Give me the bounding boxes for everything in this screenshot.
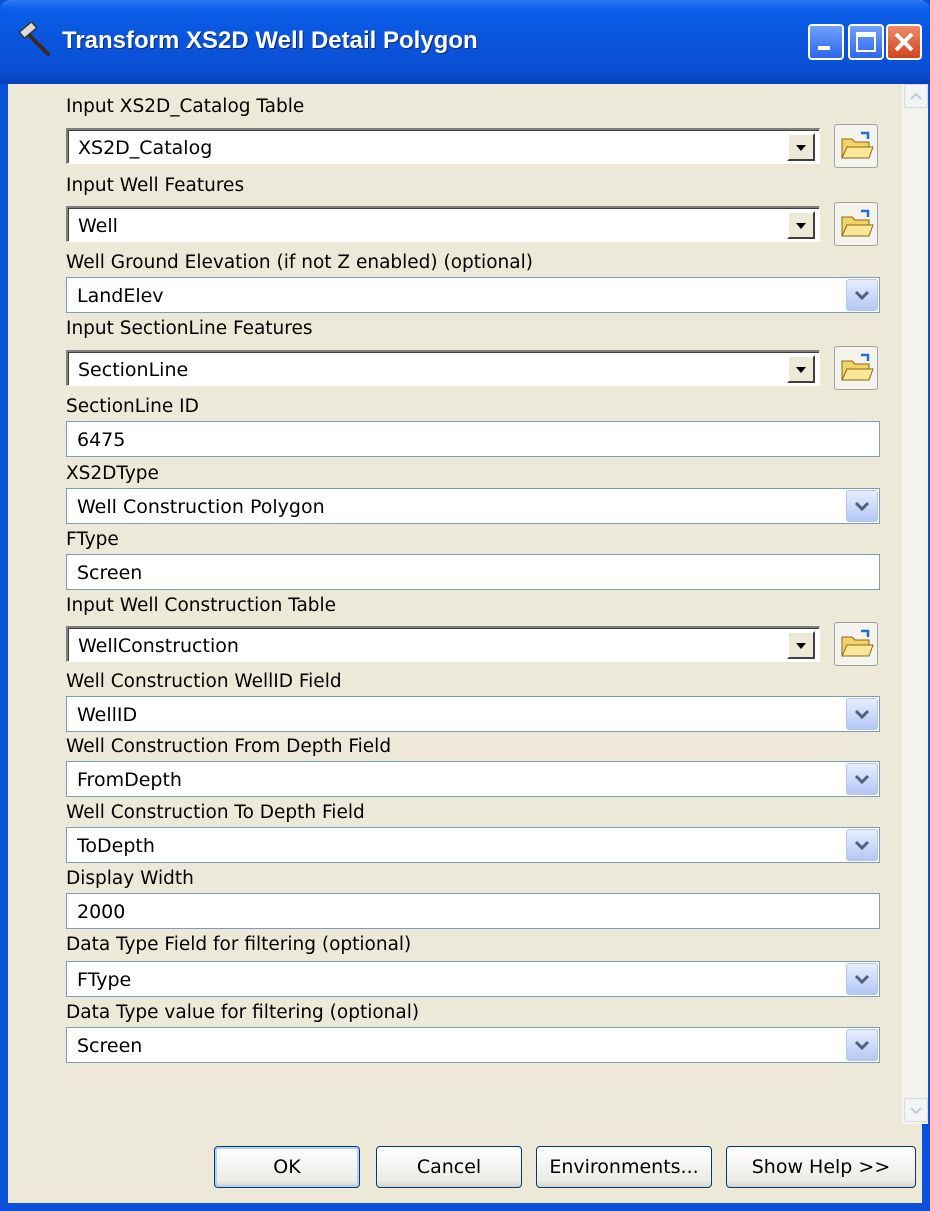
chevron-down-icon [854,774,870,785]
sectionline-id-input[interactable]: 6475 [66,421,880,457]
field-label: Input XS2D_Catalog Table [66,96,305,117]
well-construction-table-combo[interactable]: WellConstruction [66,626,820,662]
field-value: Screen [77,562,143,584]
field-label: Display Width [66,868,194,889]
field-value: 2000 [77,901,126,923]
dropdown-button[interactable] [846,829,878,861]
dropdown-button[interactable] [846,1029,878,1061]
maximize-icon [856,32,876,52]
from-depth-field-select[interactable]: FromDepth [66,761,880,797]
dropdown-button[interactable] [787,133,815,161]
dropdown-button[interactable] [846,963,878,995]
field-value: ToDepth [77,835,155,857]
chevron-down-icon [796,643,806,649]
to-depth-field-select[interactable]: ToDepth [66,827,880,863]
dropdown-button[interactable] [846,490,878,522]
folder-open-icon [841,209,874,237]
data-type-value-select[interactable]: Screen [66,1027,880,1063]
folder-open-icon [841,353,874,381]
field-value: LandElev [77,285,164,307]
browse-button[interactable] [834,202,878,246]
dropdown-button[interactable] [846,698,878,730]
window-title: Transform XS2D Well Detail Polygon [62,27,478,54]
field-value: Well [78,215,118,237]
button-bar: OK Cancel Environments... Show Help >> [8,1124,922,1204]
scroll-down-button[interactable] [904,1098,928,1122]
chevron-down-icon [796,145,806,151]
dropdown-button[interactable] [846,763,878,795]
scroll-up-button[interactable] [904,84,928,108]
field-label: Well Construction WellID Field [66,671,342,692]
folder-open-icon [841,629,874,657]
chevron-up-icon [910,92,922,100]
well-features-combo[interactable]: Well [66,206,820,242]
cancel-button[interactable]: Cancel [376,1146,522,1188]
ground-elevation-select[interactable]: LandElev [66,277,880,313]
chevron-down-icon [854,840,870,851]
hammer-icon [18,22,50,56]
field-label: XS2DType [66,463,159,484]
chevron-down-icon [854,709,870,720]
folder-open-icon [841,131,874,159]
field-label: Data Type value for filtering (optional) [66,1002,420,1023]
field-value: WellConstruction [78,635,239,657]
title-bar[interactable]: Transform XS2D Well Detail Polygon [0,0,930,84]
field-label: Well Ground Elevation (if not Z enabled)… [66,252,533,273]
field-value: SectionLine [78,359,189,381]
field-label: Input SectionLine Features [66,318,313,339]
field-label: FType [66,529,119,550]
vertical-scrollbar[interactable] [902,84,928,1124]
field-value: 6475 [77,429,126,451]
field-value: XS2D_Catalog [78,137,213,159]
display-width-input[interactable]: 2000 [66,893,880,929]
field-label: SectionLine ID [66,396,199,417]
dropdown-button[interactable] [787,355,815,383]
field-value: FType [77,969,132,991]
chevron-down-icon [854,1040,870,1051]
browse-button[interactable] [834,124,878,168]
chevron-down-icon [854,290,870,301]
field-label: Data Type Field for filtering (optional) [66,934,412,955]
chevron-down-icon [854,974,870,985]
field-value: Screen [77,1035,143,1057]
close-icon [894,32,914,52]
field-label: Input Well Construction Table [66,595,337,616]
minimize-button[interactable] [808,24,844,60]
data-type-field-select[interactable]: FType [66,961,880,997]
field-value: FromDepth [77,769,182,791]
dropdown-button[interactable] [787,631,815,659]
dialog-window: Transform XS2D Well Detail Polygon Input… [0,0,930,1211]
field-label: Input Well Features [66,175,245,196]
dropdown-button[interactable] [846,279,878,311]
ftype-input[interactable]: Screen [66,554,880,590]
chevron-down-icon [910,1107,922,1115]
wellid-field-select[interactable]: WellID [66,696,880,732]
environments-button[interactable]: Environments... [536,1146,712,1188]
show-help-button[interactable]: Show Help >> [726,1146,916,1188]
chevron-down-icon [796,223,806,229]
minimize-icon [818,46,830,50]
dropdown-button[interactable] [787,211,815,239]
field-label: Well Construction From Depth Field [66,736,392,757]
field-value: Well Construction Polygon [77,496,325,518]
ok-button[interactable]: OK [214,1146,360,1188]
chevron-down-icon [854,501,870,512]
parameters-panel: Input XS2D_Catalog Table XS2D_Catalog In… [32,84,928,1124]
xs2dtype-select[interactable]: Well Construction Polygon [66,488,880,524]
browse-button[interactable] [834,346,878,390]
chevron-down-icon [796,367,806,373]
browse-button[interactable] [834,622,878,666]
xs2d-catalog-combo[interactable]: XS2D_Catalog [66,128,820,164]
field-value: WellID [77,704,138,726]
sectionline-features-combo[interactable]: SectionLine [66,350,820,386]
close-button[interactable] [886,24,922,60]
maximize-button[interactable] [848,24,884,60]
field-label: Well Construction To Depth Field [66,802,365,823]
